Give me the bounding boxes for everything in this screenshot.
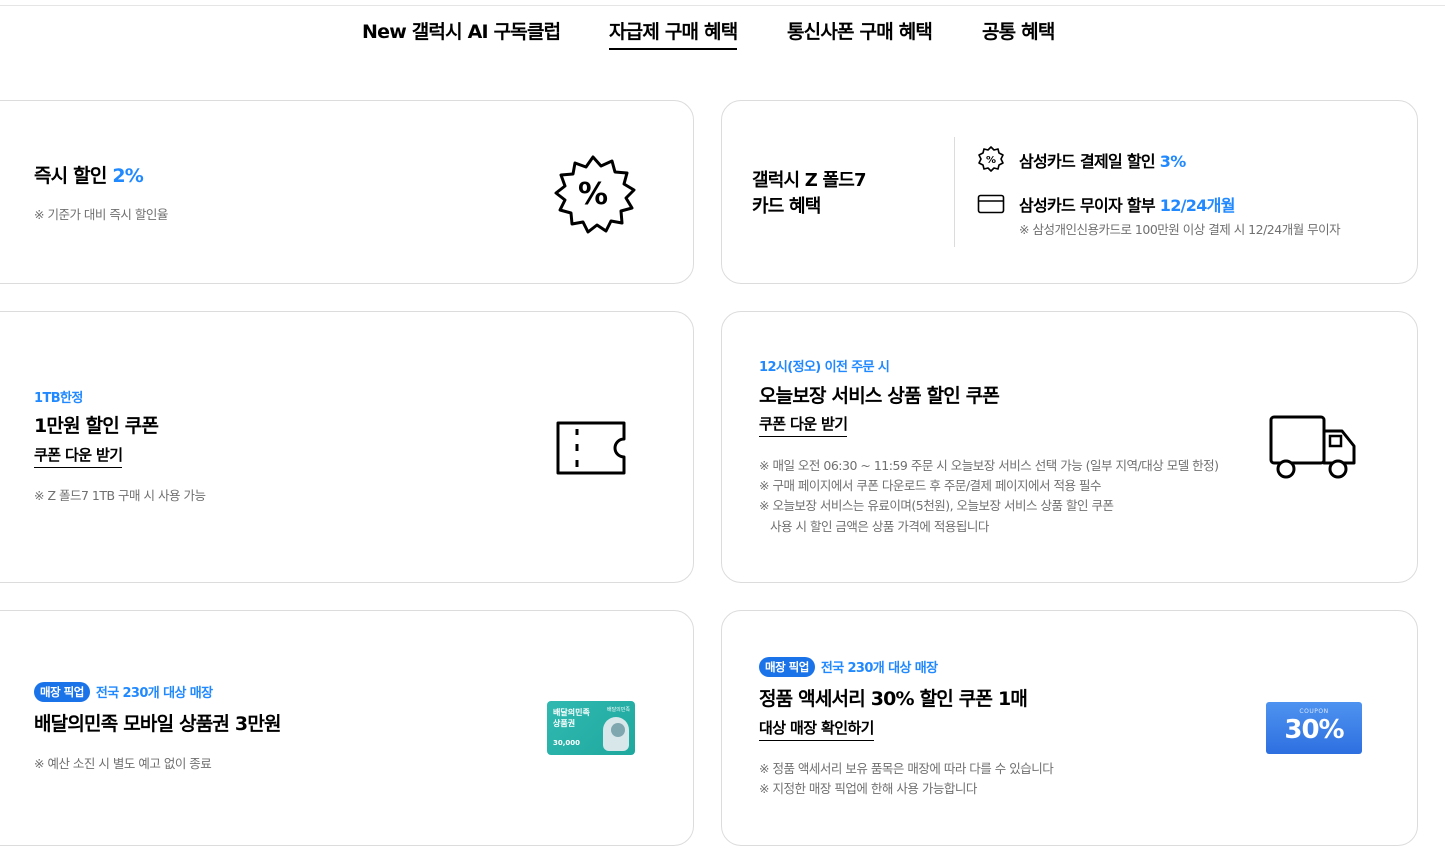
percent-badge-icon: % <box>554 155 636 234</box>
check-stores-link[interactable]: 대상 매장 확인하기 <box>759 717 874 741</box>
tab-common-benefits[interactable]: 공통 혜택 <box>982 17 1055 44</box>
svg-text:%: % <box>578 177 608 212</box>
coupon-download-link[interactable]: 쿠폰 다운 받기 <box>759 413 848 437</box>
instant-discount-note: ※ 기준가 대비 즉시 할인율 <box>34 207 168 222</box>
tab-unlocked-purchase[interactable]: 자급제 구매 혜택 <box>609 17 738 50</box>
today-delivery-note-3: ※ 오늘보장 서비스는 유료이며(5천원), 오늘보장 서비스 상품 할인 쿠폰 <box>759 498 1114 513</box>
top-divider <box>0 5 1445 6</box>
tab-carrier-purchase[interactable]: 통신사폰 구매 혜택 <box>787 17 933 44</box>
credit-card-icon <box>977 194 1005 214</box>
vertical-divider <box>954 137 955 247</box>
today-delivery-note-1: ※ 매일 오전 06:30 ~ 11:59 주문 시 오늘보장 서비스 선택 가… <box>759 458 1219 473</box>
accessory-note-1: ※ 정품 액세서리 보유 품목은 매장에 따라 다를 수 있습니다 <box>759 761 1054 776</box>
card-installment-note: ※ 삼성개인신용카드로 100만원 이상 결제 시 12/24개월 무이자 <box>1019 222 1341 237</box>
store-count-label: 전국 230개 대상 매장 <box>95 686 213 701</box>
today-delivery-note-2: ※ 구매 페이지에서 쿠폰 다운로드 후 주문/결제 페이지에서 적용 필수 <box>759 478 1101 493</box>
store-count-label: 전국 230개 대상 매장 <box>820 661 938 676</box>
benefit-tabs: New 갤럭시 AI 구독클럽 자급제 구매 혜택 통신사폰 구매 혜택 공통 … <box>0 17 1445 57</box>
baemin-note: ※ 예산 소진 시 별도 예고 없이 종료 <box>34 756 212 771</box>
accessory-coupon-title: 정품 액세서리 30% 할인 쿠폰 1매 <box>759 688 1028 710</box>
coupon-download-link[interactable]: 쿠폰 다운 받기 <box>34 444 123 468</box>
today-delivery-eyebrow: 12시(정오) 이전 주문 시 <box>759 360 890 375</box>
coupon-30-image: COUPON 30% <box>1266 702 1362 754</box>
card-benefit-card: 갤럭시 Z 폴드7 카드 혜택 % 삼성카드 결제일 할인 3% 삼성카드 무이… <box>721 100 1418 284</box>
baemin-giftcard-card: 매장 픽업 전국 230개 대상 매장 배달의민족 모바일 상품권 3만원 ※ 예… <box>0 610 694 846</box>
store-pickup-row: 매장 픽업 전국 230개 대상 매장 <box>34 681 213 702</box>
1tb-eyebrow: 1TB한정 <box>34 391 83 406</box>
tab-galaxy-ai-club[interactable]: New 갤럭시 AI 구독클럽 <box>362 17 561 44</box>
accessory-coupon-card: 매장 픽업 전국 230개 대상 매장 정품 액세서리 30% 할인 쿠폰 1매 … <box>721 610 1418 846</box>
svg-text:%: % <box>986 155 996 166</box>
accessory-note-2: ※ 지정한 매장 픽업에 한해 사용 가능합니다 <box>759 781 977 796</box>
store-pickup-badge: 매장 픽업 <box>759 656 815 677</box>
delivery-truck-icon <box>1269 415 1356 479</box>
baemin-giftcard-image: 배달의민족 배달의민족 상품권 30,000 <box>547 701 635 755</box>
1tb-coupon-note: ※ Z 폴드7 1TB 구매 시 사용 가능 <box>34 488 206 503</box>
card-benefit-title: 갤럭시 Z 폴드7 카드 혜택 <box>752 170 867 217</box>
instant-discount-card: 즉시 할인 2% ※ 기준가 대비 즉시 할인율 % <box>0 100 694 284</box>
1tb-coupon-title: 1만원 할인 쿠폰 <box>34 415 159 437</box>
card-discount-benefit: 삼성카드 결제일 할인 3% <box>1019 152 1186 171</box>
percent-badge-icon: % <box>978 146 1004 172</box>
today-delivery-card: 12시(정오) 이전 주문 시 오늘보장 서비스 상품 할인 쿠폰 쿠폰 다운 … <box>721 311 1418 583</box>
store-pickup-badge: 매장 픽업 <box>34 681 90 702</box>
baemin-title: 배달의민족 모바일 상품권 3만원 <box>34 713 282 735</box>
ticket-icon <box>556 421 626 475</box>
card-installment-benefit: 삼성카드 무이자 할부 12/24개월 <box>1019 196 1235 215</box>
today-delivery-title: 오늘보장 서비스 상품 할인 쿠폰 <box>759 385 1000 407</box>
1tb-coupon-card: 1TB한정 1만원 할인 쿠폰 쿠폰 다운 받기 ※ Z 폴드7 1TB 구매 … <box>0 311 694 583</box>
store-pickup-row: 매장 픽업 전국 230개 대상 매장 <box>759 656 938 677</box>
instant-discount-title: 즉시 할인 2% <box>34 165 144 187</box>
today-delivery-note-4: 사용 시 할인 금액은 상품 가격에 적용됩니다 <box>770 519 989 534</box>
